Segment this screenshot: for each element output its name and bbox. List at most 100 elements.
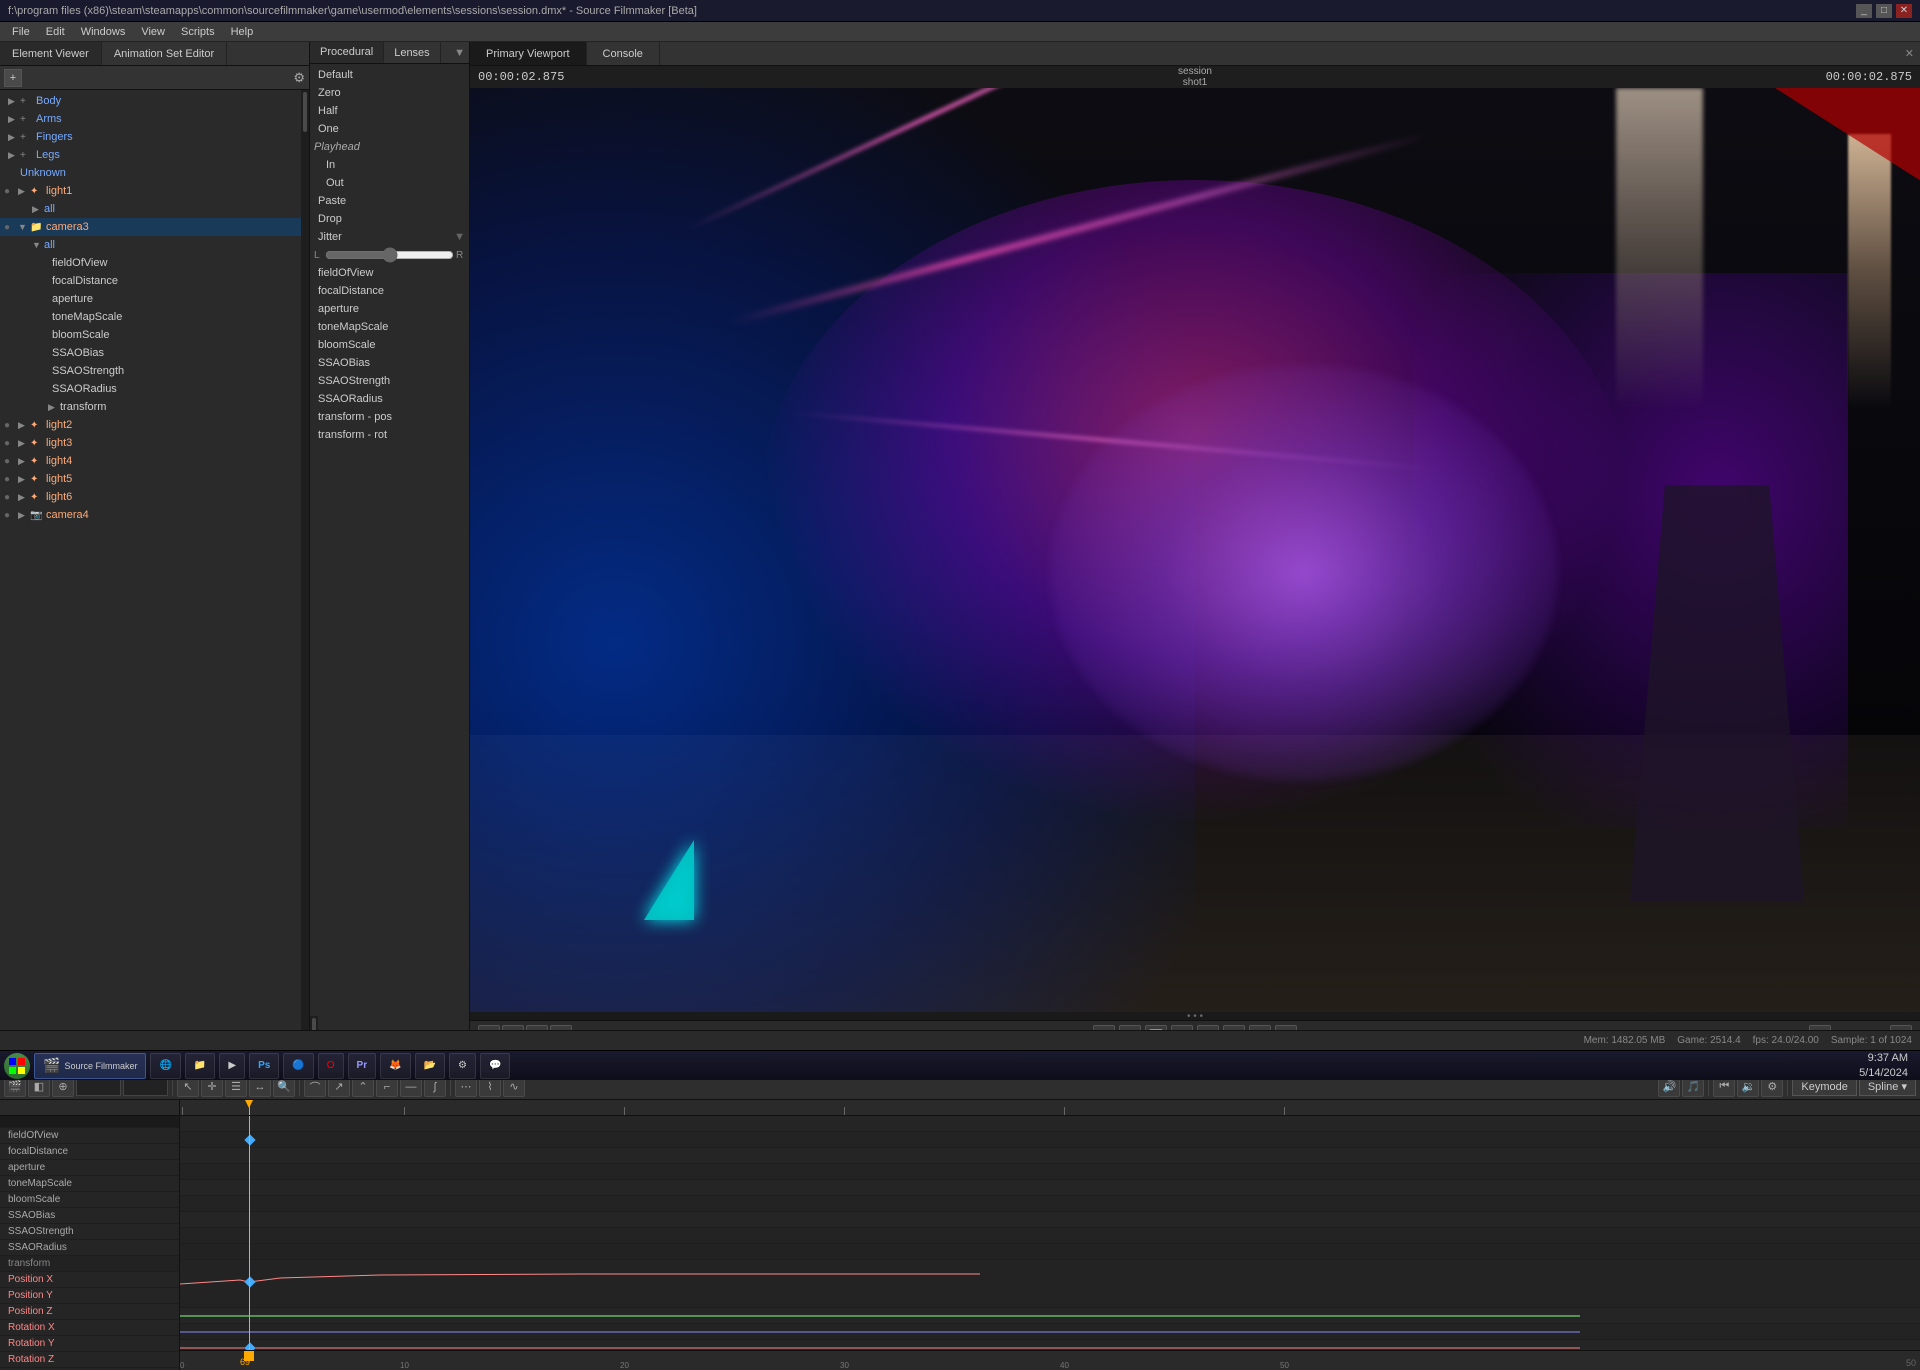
tree-item-ssaostrength[interactable]: SSAOStrength — [0, 362, 301, 380]
proc-item-focaldistance[interactable]: focalDistance — [310, 282, 469, 300]
spline-button[interactable]: Spline ▾ — [1859, 1078, 1916, 1096]
tl-label-rot-y[interactable]: Rotation Y — [0, 1336, 179, 1352]
proc-slider[interactable] — [325, 248, 454, 262]
menu-edit[interactable]: Edit — [38, 26, 73, 38]
tl-label-pos-x[interactable]: Position X — [0, 1272, 179, 1288]
eye-icon[interactable]: ● — [4, 492, 18, 503]
tree-item-bloomscale[interactable]: bloomScale — [0, 326, 301, 344]
tl-label-ssaobias[interactable]: SSAOBias — [0, 1208, 179, 1224]
taskbar-ps[interactable]: Ps — [249, 1053, 279, 1079]
tree-item-tonemapscale[interactable]: toneMapScale — [0, 308, 301, 326]
proc-item-one[interactable]: One — [310, 120, 469, 138]
tab-primary-viewport[interactable]: Primary Viewport — [470, 42, 587, 65]
tree-item-ssaobias[interactable]: SSAOBias — [0, 344, 301, 362]
proc-item-aperture[interactable]: aperture — [310, 300, 469, 318]
proc-item-transform-pos[interactable]: transform - pos — [310, 408, 469, 426]
taskbar-folder[interactable]: 📂 — [415, 1053, 445, 1079]
proc-item-half[interactable]: Half — [310, 102, 469, 120]
tree-item-fingers[interactable]: ▶ + Fingers — [0, 128, 301, 146]
eye-icon[interactable]: ● — [4, 456, 18, 467]
taskbar-explorer[interactable]: 📁 — [185, 1053, 215, 1079]
viewport-canvas[interactable] — [470, 88, 1920, 1012]
menu-view[interactable]: View — [133, 26, 173, 38]
proc-item-ssaoradius[interactable]: SSAORadius — [310, 390, 469, 408]
tree-item-transform[interactable]: ▶ transform — [0, 398, 301, 416]
tree-item-camera3[interactable]: ● ▼ 📁 camera3 — [0, 218, 301, 236]
tree-item-fieldofview[interactable]: fieldOfView — [0, 254, 301, 272]
tree-item-light4[interactable]: ● ▶ ✦ light4 — [0, 452, 301, 470]
tl-label-ssaostrength[interactable]: SSAOStrength — [0, 1224, 179, 1240]
tl-label-pos-z[interactable]: Position Z — [0, 1304, 179, 1320]
tree-scrollbar[interactable] — [301, 90, 309, 1050]
tree-item-camera4[interactable]: ● ▶ 📷 camera4 — [0, 506, 301, 524]
tl-label-aperture[interactable]: aperture — [0, 1160, 179, 1176]
tree-item-light5[interactable]: ● ▶ ✦ light5 — [0, 470, 301, 488]
proc-item-zero[interactable]: Zero — [310, 84, 469, 102]
minimize-button[interactable]: _ — [1856, 4, 1872, 18]
taskbar-ie[interactable]: 🌐 — [150, 1053, 180, 1079]
key-focaldistance-1[interactable] — [244, 1134, 255, 1145]
tree-item-light3[interactable]: ● ▶ ✦ light3 — [0, 434, 301, 452]
tree-item-light2[interactable]: ● ▶ ✦ light2 — [0, 416, 301, 434]
tree-item-aperture[interactable]: aperture — [0, 290, 301, 308]
tl-label-pos-y[interactable]: Position Y — [0, 1288, 179, 1304]
proc-item-paste[interactable]: Paste — [310, 192, 469, 210]
taskbar-firefox[interactable]: 🦊 — [380, 1053, 410, 1079]
window-controls[interactable]: _ □ ✕ — [1856, 4, 1912, 18]
tree-item-unknown[interactable]: Unknown — [0, 164, 301, 182]
menu-windows[interactable]: Windows — [73, 26, 134, 38]
add-button[interactable]: + — [4, 69, 22, 87]
taskbar-discord[interactable]: 💬 — [480, 1053, 510, 1079]
tl-label-rot-z[interactable]: Rotation Z — [0, 1352, 179, 1368]
proc-close-btn[interactable]: ▼ — [450, 42, 469, 63]
menu-scripts[interactable]: Scripts — [173, 26, 223, 38]
proc-item-fieldofview[interactable]: fieldOfView — [310, 264, 469, 282]
jitter-scroll-icon[interactable]: ▼ — [454, 231, 465, 243]
viewport-close-btn[interactable]: ✕ — [1899, 42, 1920, 65]
taskbar-chrome[interactable]: 🔵 — [283, 1053, 313, 1079]
tl-input-2[interactable] — [123, 1078, 168, 1096]
maximize-button[interactable]: □ — [1876, 4, 1892, 18]
eye-icon[interactable]: ● — [4, 420, 18, 431]
proc-item-out[interactable]: Out — [310, 174, 469, 192]
eye-icon[interactable]: ● — [4, 438, 18, 449]
tree-item-arms[interactable]: ▶ + Arms — [0, 110, 301, 128]
timeline-tracks[interactable]: 1000 500 -500 — [180, 1116, 1920, 1350]
close-button[interactable]: ✕ — [1896, 4, 1912, 18]
taskbar-sfm[interactable]: 🎬 Source Filmmaker — [34, 1053, 146, 1079]
proc-item-bloomscale[interactable]: bloomScale — [310, 336, 469, 354]
proc-item-tonemapscale[interactable]: toneMapScale — [310, 318, 469, 336]
tl-label-tonemapscale[interactable]: toneMapScale — [0, 1176, 179, 1192]
tab-animation-set-editor[interactable]: Animation Set Editor — [102, 42, 227, 65]
tab-procedural[interactable]: Procedural — [310, 42, 384, 63]
tl-label-ssaoradius[interactable]: SSAORadius — [0, 1240, 179, 1256]
eye-icon[interactable]: ● — [4, 474, 18, 485]
proc-item-ssaobias[interactable]: SSAOBias — [310, 354, 469, 372]
tree-item-focaldistance[interactable]: focalDistance — [0, 272, 301, 290]
tl-label-focaldistance[interactable]: focalDistance — [0, 1144, 179, 1160]
tab-console[interactable]: Console — [587, 42, 660, 65]
eye-icon[interactable]: ● — [4, 510, 18, 521]
tl-input-1[interactable] — [76, 1078, 121, 1096]
proc-item-transform-rot[interactable]: transform - rot — [310, 426, 469, 444]
menu-help[interactable]: Help — [223, 26, 262, 38]
proc-item-in[interactable]: In — [310, 156, 469, 174]
tl-label-bloomscale[interactable]: bloomScale — [0, 1192, 179, 1208]
menu-file[interactable]: File — [4, 26, 38, 38]
tree-item-all-1[interactable]: ▶ all — [0, 200, 301, 218]
start-button[interactable] — [4, 1053, 30, 1079]
tl-label-rot-x[interactable]: Rotation X — [0, 1320, 179, 1336]
settings-icon[interactable]: ⚙ — [293, 70, 305, 86]
proc-item-default[interactable]: Default — [310, 66, 469, 84]
proc-item-jitter[interactable]: Jitter ▼ — [310, 228, 469, 246]
taskbar-opera[interactable]: O — [318, 1053, 344, 1079]
eye-icon[interactable]: ● — [4, 222, 18, 233]
tree-item-light6[interactable]: ● ▶ ✦ light6 — [0, 488, 301, 506]
tab-element-viewer[interactable]: Element Viewer — [0, 42, 102, 65]
tree-item-ssaoradius[interactable]: SSAORadius — [0, 380, 301, 398]
taskbar-premiere[interactable]: Pr — [348, 1053, 377, 1079]
proc-item-drop[interactable]: Drop — [310, 210, 469, 228]
tree-item-light1[interactable]: ● ▶ ✦ light1 — [0, 182, 301, 200]
tree-item-legs[interactable]: ▶ + Legs — [0, 146, 301, 164]
tl-label-fieldofview[interactable]: fieldOfView — [0, 1128, 179, 1144]
